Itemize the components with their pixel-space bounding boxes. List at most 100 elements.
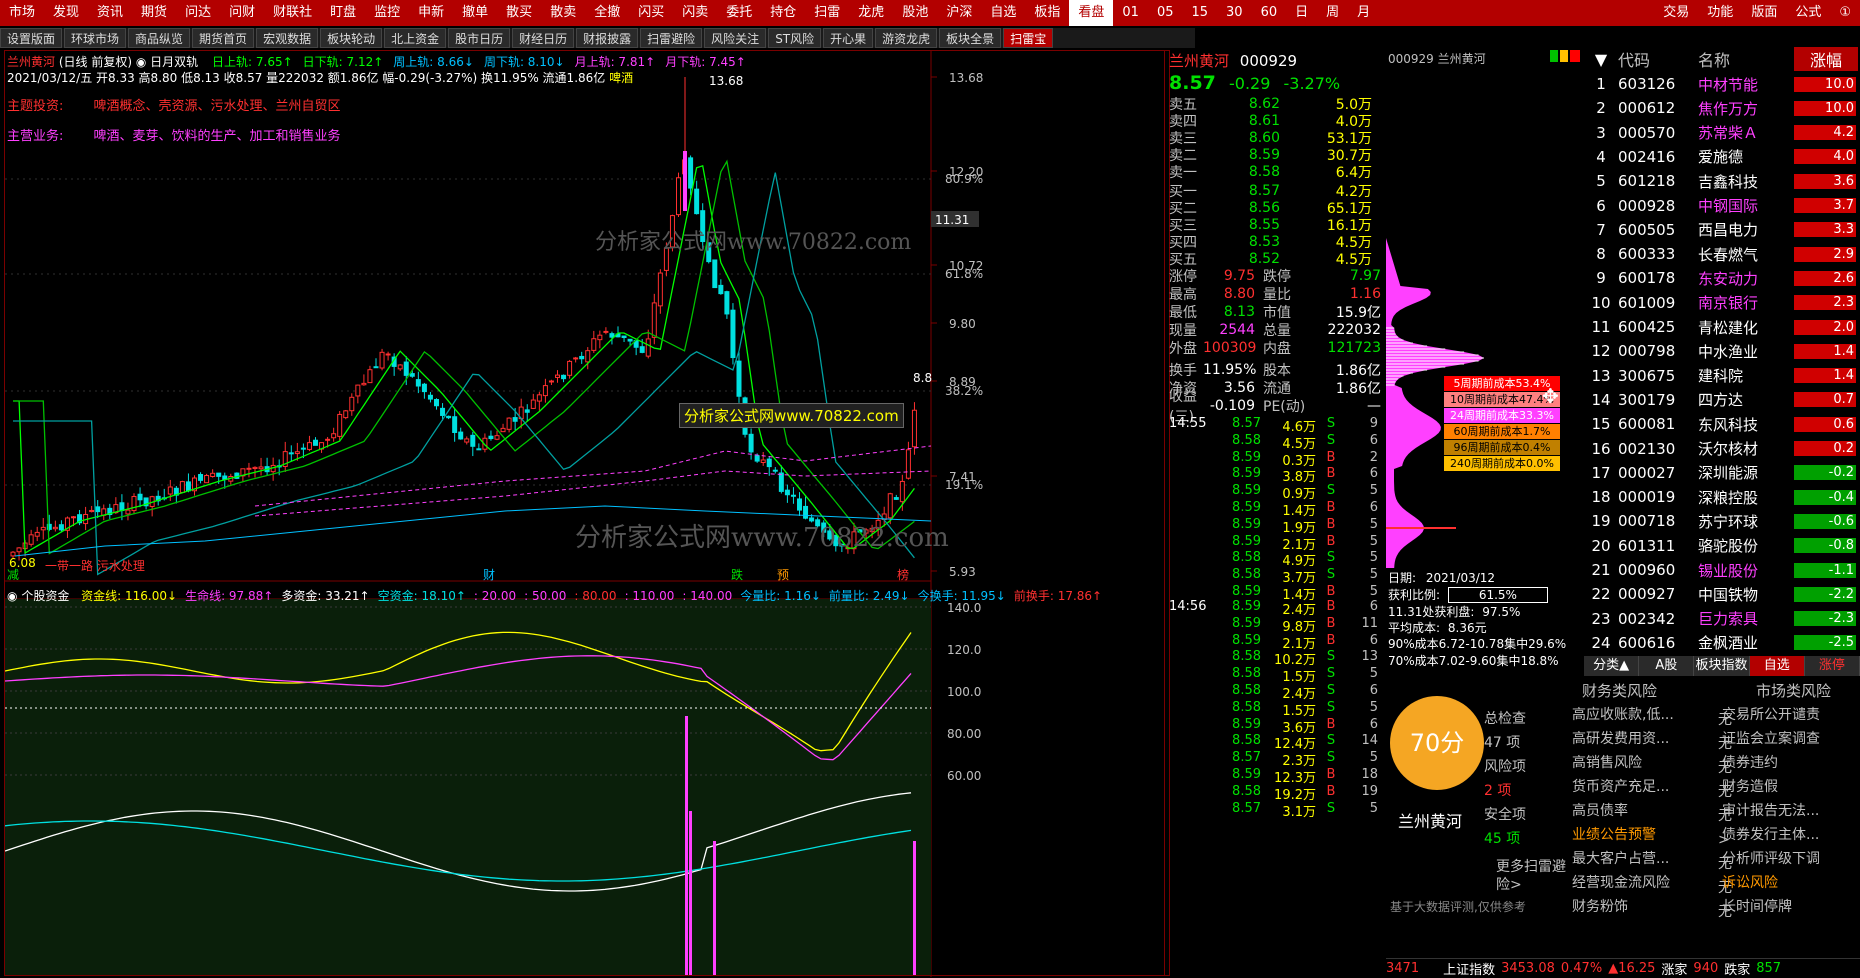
risk-row[interactable]: 债券发行主体...无 bbox=[1722, 824, 1860, 849]
ranking-row[interactable]: 16 002130 沃尔核材 0.2 bbox=[1584, 437, 1860, 461]
menu-item[interactable]: 资讯 bbox=[88, 0, 132, 26]
function-tab[interactable]: 股市日历 bbox=[448, 28, 511, 48]
function-tab[interactable]: 商品纵览 bbox=[128, 28, 191, 48]
function-tab[interactable]: 开心果 bbox=[823, 28, 874, 48]
menu-item[interactable]: 股池 bbox=[893, 0, 937, 26]
more-risk-link[interactable]: 更多扫雷避险> bbox=[1496, 858, 1576, 894]
menu-item[interactable]: 市场 bbox=[0, 0, 44, 26]
ranking-tab[interactable]: 自选 bbox=[1749, 656, 1805, 676]
menu-item[interactable]: 扫雷 bbox=[805, 0, 849, 26]
risk-row[interactable]: 高员债率无 bbox=[1572, 800, 1742, 825]
menu-item[interactable]: 散卖 bbox=[541, 0, 585, 26]
sub-indicator-name[interactable]: 个股资金 bbox=[21, 589, 69, 603]
risk-row[interactable]: 交易所公开谴责无 bbox=[1722, 704, 1860, 729]
ranking-row[interactable]: 21 000960 锡业股份 -1.1 bbox=[1584, 558, 1860, 582]
ranking-row[interactable]: 1 603126 中材节能 10.0 bbox=[1584, 72, 1860, 96]
menu-item-right[interactable]: 功能 bbox=[1698, 0, 1742, 26]
risk-row[interactable]: 高研发费用资... 无 bbox=[1572, 728, 1742, 753]
risk-row[interactable]: 长时间停牌无 bbox=[1722, 896, 1860, 921]
menu-item[interactable]: 委托 bbox=[717, 0, 761, 26]
menu-item[interactable]: 发现 bbox=[44, 0, 88, 26]
menu-item[interactable]: 60 bbox=[1252, 0, 1287, 26]
kline-chart-panel[interactable]: 兰州黄河 (日线 前复权) ◉ 日月双轨 日上轨: 7.65↑ 日下轨: 7.12… bbox=[4, 50, 1171, 977]
ranking-row[interactable]: 24 600616 金枫酒业 -2.5 bbox=[1584, 631, 1860, 655]
menu-item[interactable]: 月 bbox=[1348, 0, 1379, 26]
function-tab[interactable]: 北上资金 bbox=[384, 28, 447, 48]
quote-stock-name[interactable]: 兰州黄河 bbox=[1169, 52, 1229, 70]
menu-item[interactable]: 自选 bbox=[981, 0, 1025, 26]
menu-item-right[interactable]: 交易 bbox=[1654, 0, 1698, 26]
function-tab[interactable]: 财经日历 bbox=[512, 28, 575, 48]
risk-row[interactable]: 审计报告无法...无 bbox=[1722, 800, 1860, 825]
ranking-row[interactable]: 2 000612 焦作万方 10.0 bbox=[1584, 96, 1860, 120]
function-tab[interactable]: 风险关注 bbox=[704, 28, 767, 48]
menu-item-right[interactable]: ① bbox=[1830, 0, 1860, 26]
ranking-row[interactable]: 6 000928 中钢国际 3.7 bbox=[1584, 194, 1860, 218]
ranking-row[interactable]: 11 600425 青松建化 2.0 bbox=[1584, 315, 1860, 339]
menu-item[interactable]: 15 bbox=[1182, 0, 1217, 26]
kline-canvas[interactable]: 13.6812.2010.729.808.897.415.9380.9%61.8… bbox=[5, 51, 1171, 977]
col-code[interactable]: 代码 bbox=[1618, 47, 1698, 71]
move-icon[interactable]: ✥ bbox=[1542, 384, 1559, 408]
function-tab[interactable]: 板块全景 bbox=[939, 28, 1002, 48]
ranking-row[interactable]: 19 000718 苏宁环球 -0.6 bbox=[1584, 509, 1860, 533]
function-tab[interactable]: 设置版面 bbox=[0, 28, 63, 48]
risk-row[interactable]: 分析师评级下调无 bbox=[1722, 848, 1860, 873]
ranking-row[interactable]: 4 002416 爱施德 4.0 bbox=[1584, 145, 1860, 169]
risk-row[interactable]: 债券违约无 bbox=[1722, 752, 1860, 777]
function-tab[interactable]: ST风险 bbox=[768, 28, 822, 48]
menu-item[interactable]: 全撤 bbox=[585, 0, 629, 26]
risk-row[interactable]: 高应收账款,低... 无 bbox=[1572, 704, 1742, 729]
menu-item[interactable]: 申新 bbox=[409, 0, 453, 26]
col-change[interactable]: 涨幅 bbox=[1794, 47, 1858, 71]
menu-item[interactable]: 日 bbox=[1286, 0, 1317, 26]
function-tab[interactable]: 游资龙虎 bbox=[875, 28, 938, 48]
ranking-table[interactable]: ▼ 代码 名称 涨幅 1 603126 中材节能 10.0 2 000612 焦作万方 10.… bbox=[1584, 47, 1860, 678]
menu-item[interactable]: 看盘 bbox=[1069, 0, 1114, 26]
index-name[interactable]: 上证指数 bbox=[1443, 959, 1495, 978]
risk-score-badge[interactable]: 70分 bbox=[1390, 696, 1484, 790]
ranking-row[interactable]: 8 600333 长春燃气 2.9 bbox=[1584, 242, 1860, 266]
ranking-row[interactable]: 7 600505 西昌电力 3.3 bbox=[1584, 218, 1860, 242]
function-tab[interactable]: 扫雷避险 bbox=[640, 28, 703, 48]
function-tab[interactable]: 板块轮动 bbox=[320, 28, 383, 48]
ranking-tab[interactable]: 涨停 bbox=[1804, 656, 1860, 676]
ranking-row[interactable]: 18 000019 深粮控股 -0.4 bbox=[1584, 485, 1860, 509]
risk-row[interactable]: 货币资产充足... 无 bbox=[1572, 776, 1742, 801]
menu-item[interactable]: 监控 bbox=[365, 0, 409, 26]
ranking-row[interactable]: 20 601311 骆驼股份 -0.8 bbox=[1584, 534, 1860, 558]
menu-item[interactable]: 持仓 bbox=[761, 0, 805, 26]
ranking-row[interactable]: 13 300675 建科院 1.4 bbox=[1584, 364, 1860, 388]
risk-row[interactable]: 业绩公告预警 > bbox=[1572, 824, 1742, 848]
menu-item-right[interactable]: 版面 bbox=[1742, 0, 1786, 26]
settings-icon[interactable]: ◉ bbox=[7, 589, 17, 603]
ranking-row[interactable]: 5 601218 吉鑫科技 3.6 bbox=[1584, 169, 1860, 193]
function-tab[interactable]: 财报披露 bbox=[576, 28, 639, 48]
risk-row[interactable]: 高销售风险无 bbox=[1572, 752, 1742, 777]
menu-item[interactable]: 周 bbox=[1317, 0, 1348, 26]
ask-row[interactable]: 卖一 8.58 6.4万 bbox=[1165, 162, 1383, 181]
sort-icon[interactable]: ▼ bbox=[1584, 50, 1618, 69]
menu-item[interactable]: 问财 bbox=[220, 0, 264, 26]
ranking-row[interactable]: 10 601009 南京银行 2.3 bbox=[1584, 291, 1860, 315]
risk-row[interactable]: 财务造假无 bbox=[1722, 776, 1860, 801]
ranking-row[interactable]: 22 000927 中国铁物 -2.2 bbox=[1584, 582, 1860, 606]
menu-item[interactable]: 沪深 bbox=[937, 0, 981, 26]
menu-item[interactable]: 30 bbox=[1217, 0, 1252, 26]
menu-item[interactable]: 问达 bbox=[176, 0, 220, 26]
ranking-tab[interactable]: 板块指数 bbox=[1694, 656, 1750, 676]
ranking-row[interactable]: 14 300179 四方达 0.7 bbox=[1584, 388, 1860, 412]
ranking-row[interactable]: 3 000570 苏常柴Ａ 4.2 bbox=[1584, 121, 1860, 145]
menu-item-right[interactable]: 公式 bbox=[1786, 0, 1830, 26]
menu-item[interactable]: 闪买 bbox=[629, 0, 673, 26]
ranking-row[interactable]: 17 000027 深圳能源 -0.2 bbox=[1584, 461, 1860, 485]
col-name[interactable]: 名称 bbox=[1698, 47, 1794, 71]
menu-item[interactable]: 龙虎 bbox=[849, 0, 893, 26]
risk-row[interactable]: 财务粉饰无 bbox=[1572, 896, 1742, 921]
menu-item[interactable]: 财联社 bbox=[264, 0, 321, 26]
function-tab[interactable]: 环球市场 bbox=[64, 28, 127, 48]
ranking-row[interactable]: 23 002342 巨力索具 -2.3 bbox=[1584, 607, 1860, 631]
chip-distribution-panel[interactable]: 000929 兰州黄河 5周期前成本53.4% 10周期前成本47.4% 24周期前… bbox=[1386, 48, 1584, 676]
menu-item[interactable]: 期货 bbox=[132, 0, 176, 26]
ranking-tab[interactable]: A股 bbox=[1639, 656, 1695, 676]
